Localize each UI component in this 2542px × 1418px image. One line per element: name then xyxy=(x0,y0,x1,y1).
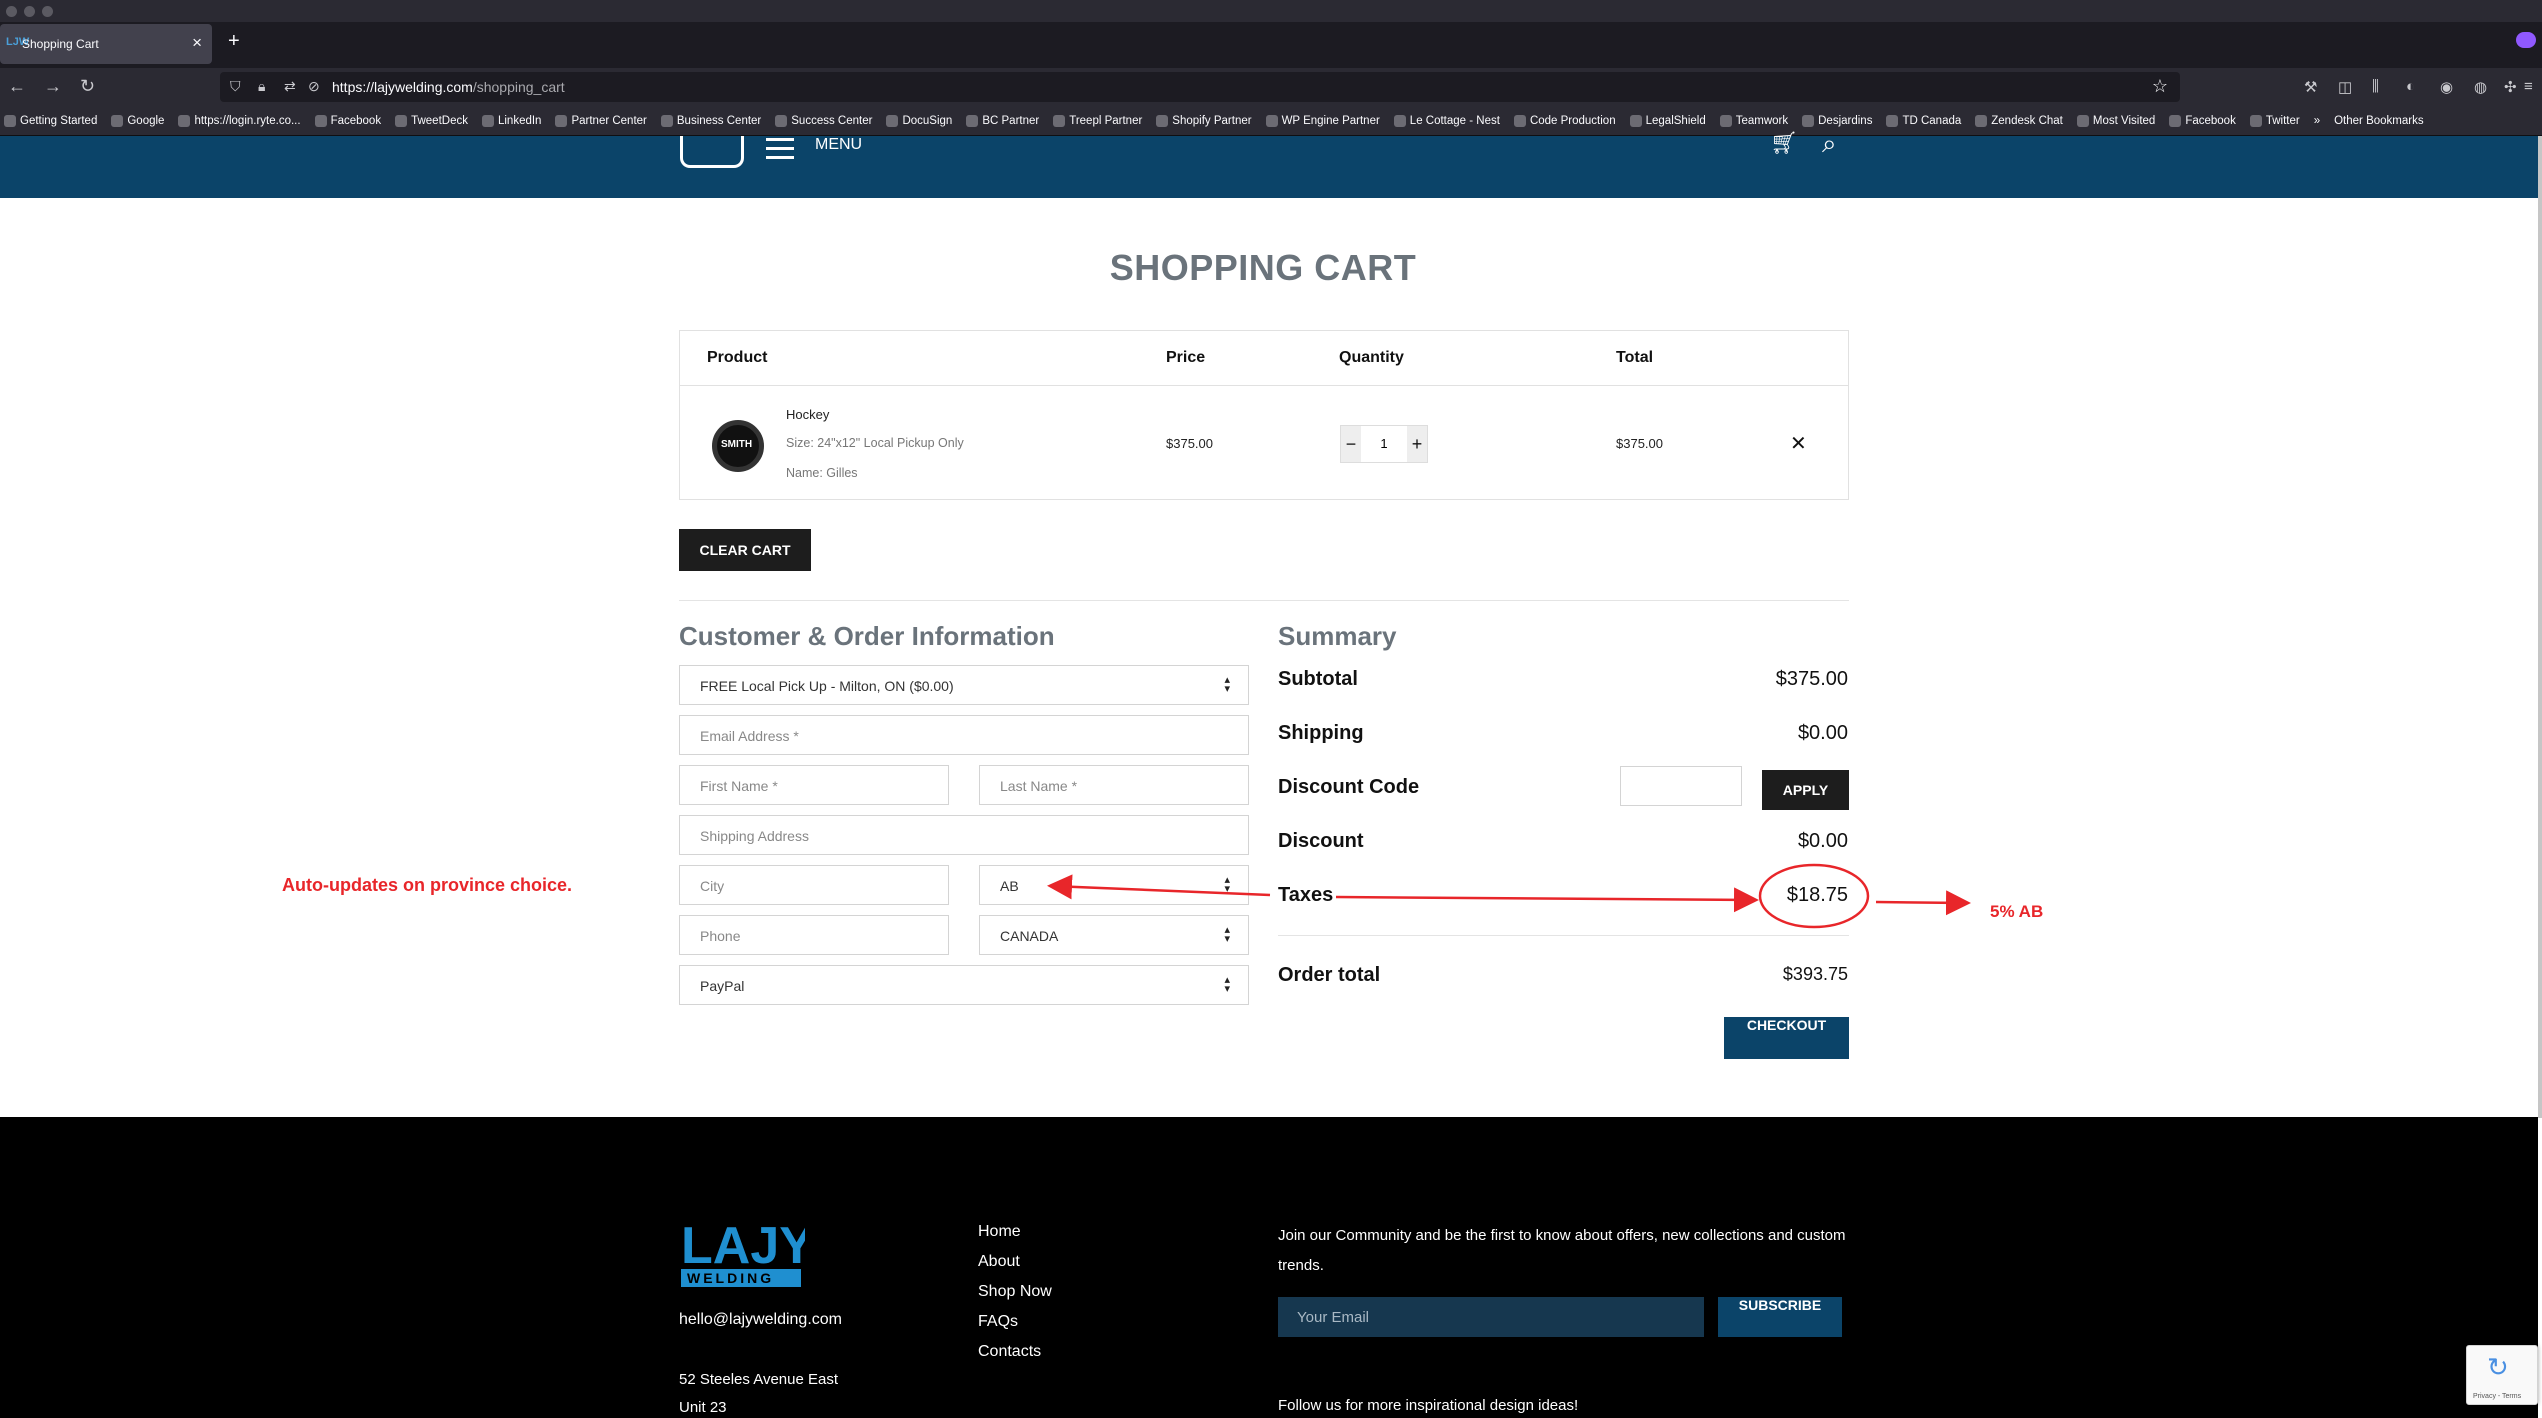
arrow-to-province xyxy=(1047,874,1271,900)
footer-email[interactable]: hello@lajywelding.com xyxy=(679,1311,842,1329)
recaptcha-text: Privacy - Terms xyxy=(2473,1393,2522,1400)
follow-us-text: Follow us for more inspirational design … xyxy=(1278,1397,1579,1414)
lajy-welding-logo[interactable]: LAJY WELDING xyxy=(679,1217,805,1293)
site-footer: LAJY WELDING hello@lajywelding.com 52 St… xyxy=(0,1117,2538,1418)
arrow-to-rate-note xyxy=(1875,890,1971,916)
footer-link-contacts[interactable]: Contacts xyxy=(978,1343,1041,1361)
recaptcha-icon: ↻ xyxy=(2487,1352,2509,1382)
recaptcha-badge[interactable]: ↻ Privacy - Terms xyxy=(2466,1345,2538,1405)
arrow-to-taxes xyxy=(1335,887,1759,913)
subscribe-button[interactable]: SUBSCRIBE xyxy=(1718,1297,1842,1337)
logo-wordmark: LAJY xyxy=(681,1217,805,1275)
newsletter-email-input[interactable]: Your Email xyxy=(1278,1297,1704,1337)
newsletter-text: Join our Community and be the first to k… xyxy=(1278,1227,1846,1274)
footer-link-shop-now[interactable]: Shop Now xyxy=(978,1283,1052,1301)
logo-subtitle: WELDING xyxy=(687,1270,774,1286)
footer-address-line2: Unit 23 xyxy=(679,1399,727,1416)
taxes-highlight-circle xyxy=(1758,863,1870,929)
footer-link-home[interactable]: Home xyxy=(978,1223,1021,1241)
footer-address-line1: 52 Steeles Avenue East xyxy=(679,1371,839,1388)
footer-link-faqs[interactable]: FAQs xyxy=(978,1313,1018,1331)
footer-link-about[interactable]: About xyxy=(978,1253,1020,1271)
